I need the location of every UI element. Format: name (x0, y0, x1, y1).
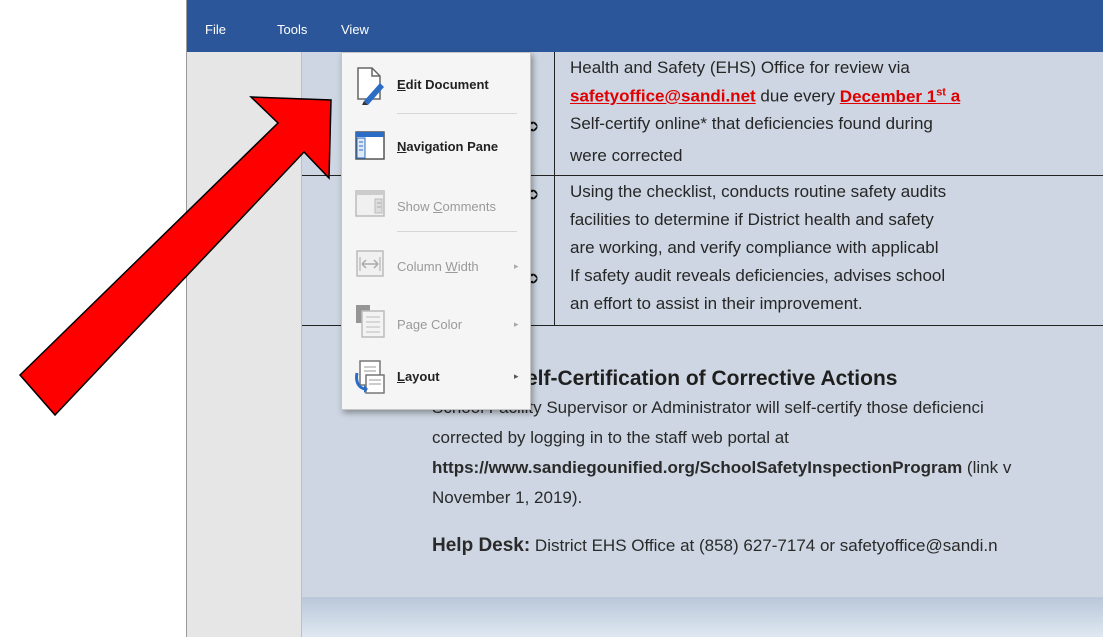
red-arrow-icon (18, 96, 332, 417)
red-arrow-annotation (18, 96, 332, 417)
